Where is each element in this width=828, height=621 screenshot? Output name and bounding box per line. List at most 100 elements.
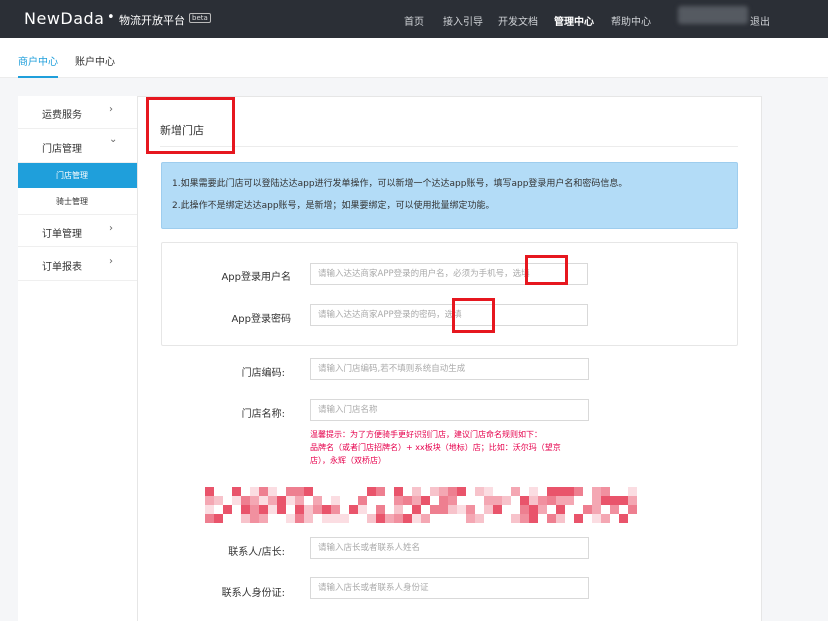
redaction-pixel: [205, 505, 214, 514]
chevron-down-icon: ⌄: [109, 134, 118, 145]
redaction-pixel: [277, 496, 286, 505]
user-name-blurred[interactable]: [678, 6, 748, 24]
redaction-pixel: [277, 505, 286, 514]
sidebar-item-label: 订单管理: [42, 229, 82, 240]
shop-code-input[interactable]: [310, 358, 589, 380]
redaction-pixel: [529, 505, 538, 514]
redaction-pixel: [331, 505, 340, 514]
tip-line-1: 温馨提示：为了方便骑手更好识别门店，建议门店命名规则如下：: [310, 430, 542, 439]
redaction-pixel: [250, 514, 259, 523]
redaction-pixel: [205, 496, 214, 505]
sidebar-subitem-label: 骑士管理: [56, 197, 88, 206]
redaction-pixel: [565, 487, 574, 496]
redaction-pixel: [529, 487, 538, 496]
tab-account-center[interactable]: 账户中心: [75, 53, 115, 68]
nav-dev-docs[interactable]: 开发文档: [498, 13, 538, 28]
redaction-pixel: [484, 505, 493, 514]
contact-id-input[interactable]: [310, 577, 589, 599]
redaction-pixel: [313, 505, 322, 514]
redaction-pixel: [430, 505, 439, 514]
redaction-pixel: [466, 514, 475, 523]
naming-tip: 温馨提示：为了方便骑手更好识别门店，建议门店命名规则如下： 品牌名（或者门店招牌…: [310, 428, 590, 467]
chevron-right-icon: ›: [109, 223, 113, 234]
redaction-pixel: [439, 496, 448, 505]
redaction-pixel: [394, 505, 403, 514]
redaction-pixel: [457, 505, 466, 514]
redaction-pixel: [448, 514, 457, 523]
redaction-pixel: [619, 496, 628, 505]
sidebar-subitem-rider-management[interactable]: 骑士管理: [18, 189, 137, 214]
shop-name-input[interactable]: [310, 399, 589, 421]
redaction-pixel: [259, 496, 268, 505]
redaction-pixel: [448, 487, 457, 496]
redaction-pixel: [250, 496, 259, 505]
redaction-pixel: [412, 487, 421, 496]
redaction-pixel: [367, 514, 376, 523]
redaction-pixel: [592, 487, 601, 496]
notice-line-2: 2.此操作不是绑定达达app账号，是新增；如果要绑定，可以使用批量绑定功能。: [172, 201, 495, 211]
redaction-pixel: [592, 496, 601, 505]
redaction-pixel: [295, 514, 304, 523]
redaction-pixel: [376, 514, 385, 523]
redaction-pixel: [610, 487, 619, 496]
redaction-pixel: [574, 514, 583, 523]
redaction-pixel: [547, 487, 556, 496]
contact-name-input[interactable]: [310, 537, 589, 559]
sidebar: 运费服务 › 门店管理 ⌄ 门店管理 骑士管理 订单管理 › 订单报表 ›: [18, 96, 138, 621]
redaction-pixel: [511, 514, 520, 523]
redaction-pixel: [205, 487, 214, 496]
sidebar-item-freight-service[interactable]: 运费服务 ›: [18, 96, 137, 129]
redaction-pixel: [304, 487, 313, 496]
redaction-pixel: [529, 514, 538, 523]
redaction-pixel: [520, 505, 529, 514]
sidebar-item-label: 运费服务: [42, 110, 82, 121]
pixelated-redaction: [205, 487, 645, 525]
redaction-pixel: [547, 514, 556, 523]
newdada-logo[interactable]: NewDada: [24, 9, 104, 28]
redaction-pixel: [241, 505, 250, 514]
redaction-pixel: [232, 487, 241, 496]
app-account-box: [161, 242, 738, 346]
redaction-pixel: [412, 496, 421, 505]
redaction-pixel: [223, 505, 232, 514]
redaction-pixel: [313, 496, 322, 505]
redaction-pixel: [448, 496, 457, 505]
tip-line-3: 店），永辉（双桥店）: [310, 456, 386, 465]
nav-help-center[interactable]: 帮助中心: [611, 13, 651, 28]
redaction-pixel: [376, 487, 385, 496]
redaction-pixel: [259, 514, 268, 523]
redaction-pixel: [340, 514, 349, 523]
sidebar-item-order-management[interactable]: 订单管理 ›: [18, 214, 137, 247]
redaction-pixel: [304, 496, 313, 505]
chevron-right-icon: ›: [109, 256, 113, 267]
redaction-pixel: [421, 514, 430, 523]
sidebar-item-shop-management[interactable]: 门店管理 ⌄: [18, 130, 137, 163]
sidebar-subitem-shop-management[interactable]: 门店管理: [18, 163, 137, 188]
redaction-pixel: [628, 496, 637, 505]
redaction-pixel: [286, 496, 295, 505]
redaction-pixel: [295, 505, 304, 514]
tab-merchant-center[interactable]: 商户中心: [18, 53, 58, 68]
redaction-pixel: [538, 496, 547, 505]
redaction-pixel: [358, 505, 367, 514]
redaction-pixel: [241, 514, 250, 523]
redaction-pixel: [556, 487, 565, 496]
redaction-pixel: [574, 487, 583, 496]
redaction-pixel: [619, 487, 628, 496]
redaction-pixel: [403, 514, 412, 523]
nav-access-guide[interactable]: 接入引导: [443, 13, 483, 28]
sidebar-item-label: 门店管理: [42, 144, 82, 155]
redaction-pixel: [268, 487, 277, 496]
redaction-pixel: [484, 487, 493, 496]
redaction-pixel: [250, 505, 259, 514]
logout-link[interactable]: 退出: [750, 13, 770, 28]
nav-management-center[interactable]: 管理中心: [554, 13, 594, 28]
sidebar-item-order-report[interactable]: 订单报表 ›: [18, 248, 137, 281]
redaction-pixel: [430, 487, 439, 496]
redaction-pixel: [232, 505, 241, 514]
nav-home[interactable]: 首页: [404, 13, 424, 28]
app-password-input[interactable]: [310, 304, 588, 326]
redaction-pixel: [250, 487, 259, 496]
redaction-pixel: [493, 496, 502, 505]
redaction-pixel: [484, 496, 493, 505]
